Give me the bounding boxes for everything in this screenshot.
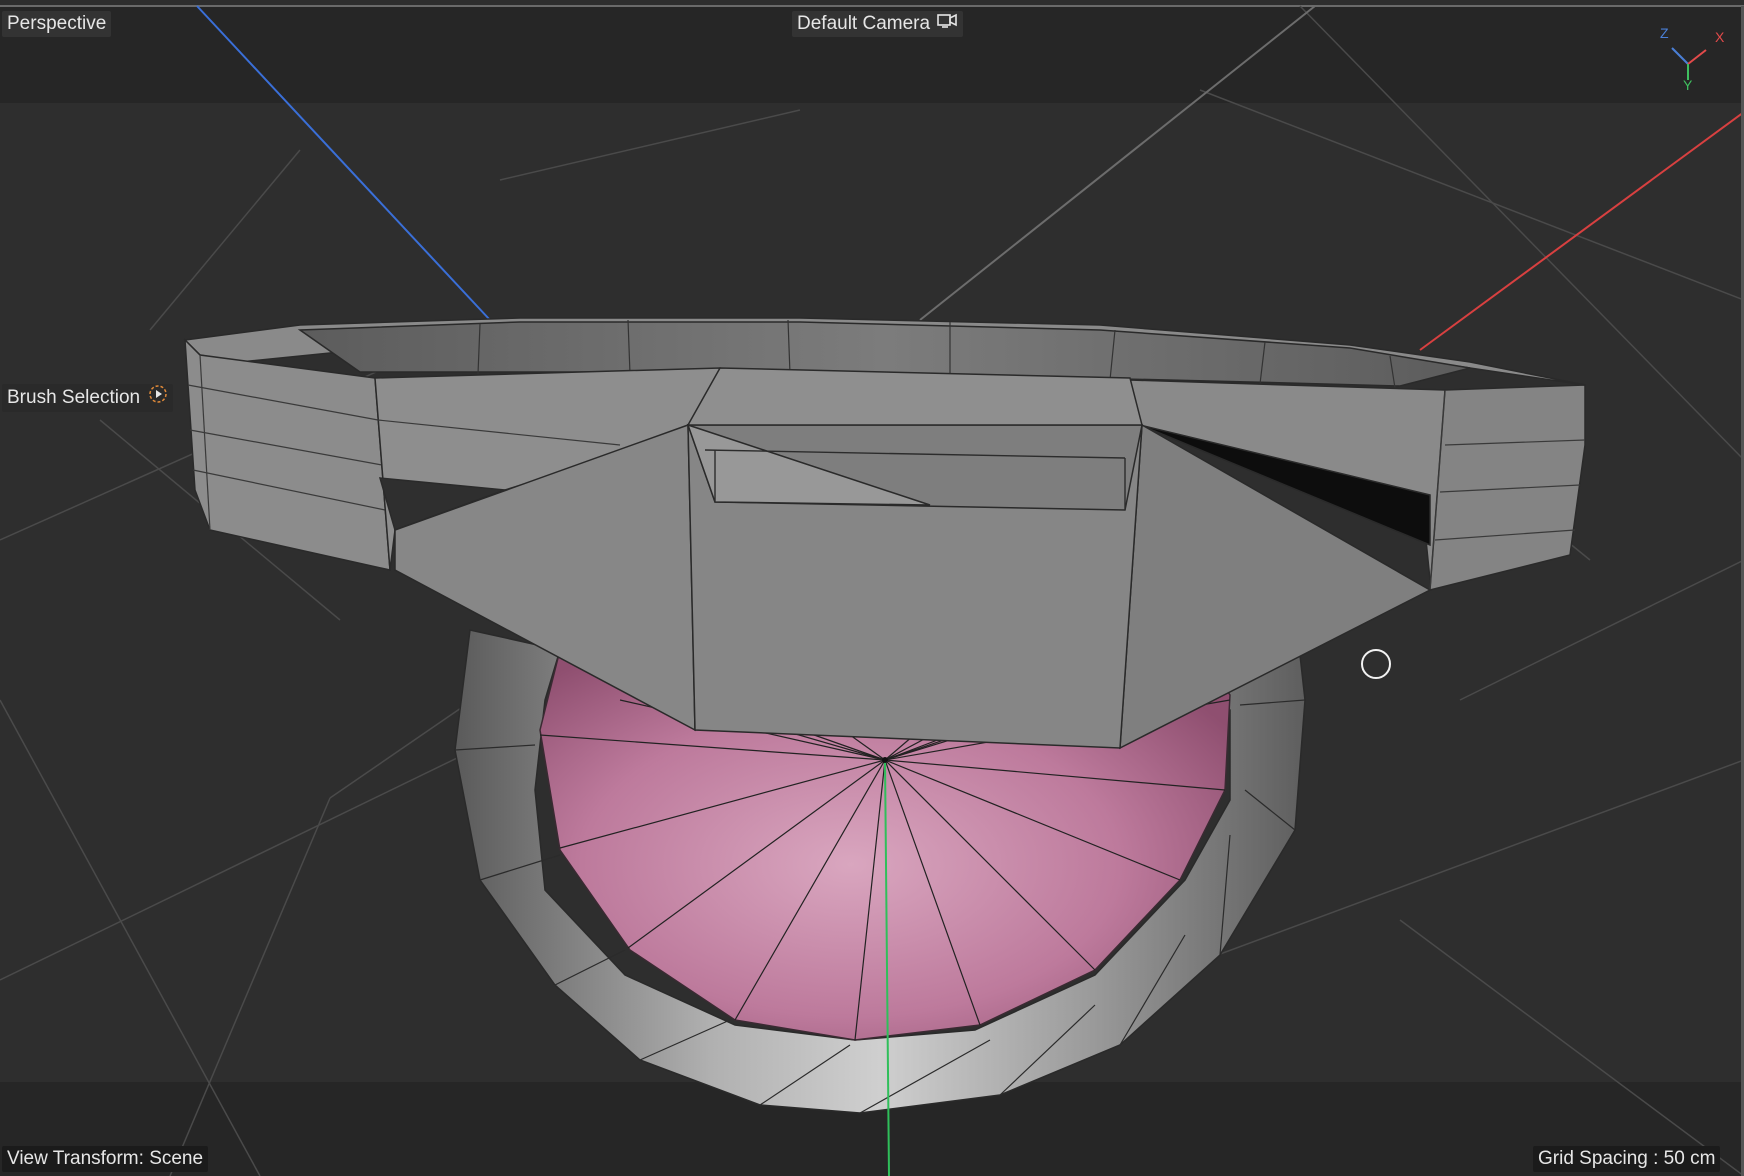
upper-body-mesh — [183, 317, 1586, 750]
view-transform-label: View Transform: Scene — [2, 1146, 209, 1172]
axis-z-label: Z — [1660, 25, 1669, 41]
x-axis-line — [1419, 111, 1744, 351]
tool-indicator[interactable]: Brush Selection — [2, 384, 174, 412]
camera-name: Default Camera — [797, 13, 931, 34]
camera-selector[interactable]: Default Camera — [792, 11, 964, 37]
axis-y-label: Y — [1683, 77, 1693, 93]
dish-pole-vertex — [882, 757, 888, 763]
view-mode-label[interactable]: Perspective — [2, 11, 112, 37]
play-circle-icon[interactable] — [148, 384, 168, 412]
camera-switch-icon — [936, 11, 958, 37]
tool-name: Brush Selection — [7, 387, 141, 408]
3d-viewport[interactable]: Perspective Default Camera Brush Selecti… — [0, 0, 1744, 1176]
brush-cursor — [1361, 649, 1391, 679]
axis-gizmo: Z X Y — [1648, 20, 1738, 100]
grid-spacing-label: Grid Spacing : 50 cm — [1533, 1146, 1721, 1172]
grid-major-line — [919, 5, 1316, 321]
scene-render[interactable] — [0, 0, 1744, 1176]
axis-x-label: X — [1715, 29, 1725, 45]
z-axis-line — [196, 5, 491, 321]
